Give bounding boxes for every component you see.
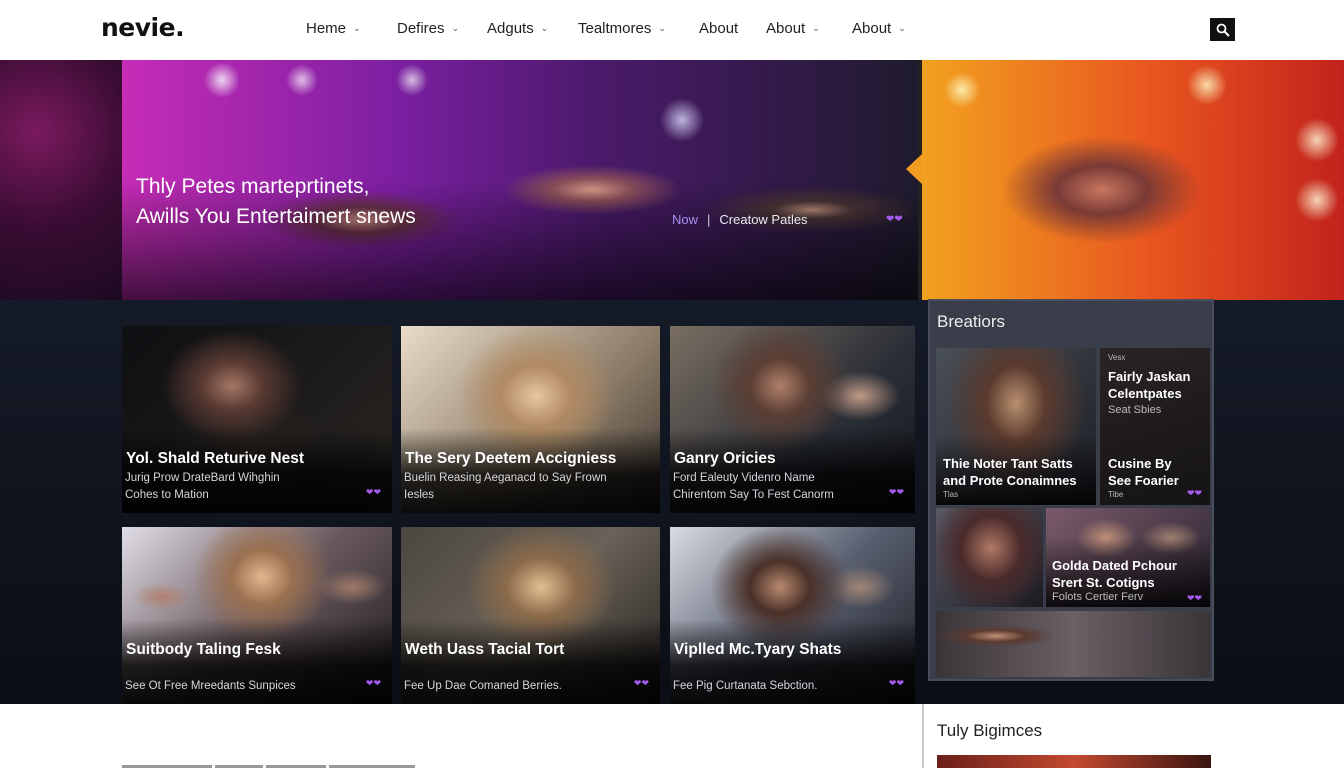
heart-icon[interactable]: ❤❤ xyxy=(886,214,903,225)
chevron-down-icon: ⌄ xyxy=(658,23,666,33)
card-description: Fee Pig Curtanata Sebction. xyxy=(673,678,817,695)
heart-icon[interactable]: ❤❤ xyxy=(889,487,904,498)
card-desc-line2: Cohes to Mation xyxy=(125,489,209,501)
article-card[interactable]: Weth Uass Tacial Tort Fee Up Dae Comaned… xyxy=(401,527,660,704)
card-desc-line1: Ford Ealeuty Videnro Name xyxy=(673,472,815,484)
article-card[interactable]: The Sery Deetem Accigniess Buelin Reasin… xyxy=(401,326,660,513)
card-title[interactable]: Yol. Shald Returive Nest xyxy=(126,450,304,468)
chevron-down-icon: ⌄ xyxy=(812,23,820,33)
hero-headline-line2: Awills You Entertaimert snews xyxy=(136,205,416,228)
hero-side-image-right[interactable] xyxy=(922,60,1344,300)
hero-meta-text[interactable]: Creatow Patles xyxy=(719,212,807,227)
heart-icon[interactable]: ❤❤ xyxy=(1187,488,1202,499)
card-description: See Ot Free Mreedants Sunpices xyxy=(125,678,296,695)
nav-item-label: Tealtmores xyxy=(578,20,652,37)
hero-side-image-left xyxy=(0,60,122,300)
card-desc-line2: Iesles xyxy=(404,489,435,501)
chevron-down-icon: ⌄ xyxy=(540,23,549,33)
heart-icon[interactable]: ❤❤ xyxy=(1187,593,1202,604)
chevron-down-icon: ⌄ xyxy=(898,23,906,33)
top-navigation: nevie. Heme ⌄ Defires ⌄ Adguts ⌄ Tealtmores… xyxy=(0,0,1344,60)
sidebar-thumb[interactable] xyxy=(936,611,1210,677)
card-desc-line1: Buelin Reasing Aeganacd to Say Frown xyxy=(404,472,607,484)
sidebar-card-sub: Folots Certier Ferv xyxy=(1052,591,1144,603)
sidebar-card-kicker: Vesx xyxy=(1108,353,1126,362)
sidebar-card-title: Fairly Jaskan Celentpates xyxy=(1108,368,1190,402)
sidebar-card-title-line1: Fairly Jaskan xyxy=(1108,369,1191,384)
card-desc-line1: See Ot Free Mreedants Sunpices xyxy=(125,680,296,692)
card-title[interactable]: The Sery Deetem Accigniess xyxy=(405,450,616,468)
sidebar-card[interactable]: Thie Noter Tant Satts and Prote Conaimne… xyxy=(936,348,1096,505)
nav-item-label: About xyxy=(699,20,739,37)
nav-item-tealtmores[interactable]: Tealtmores ⌄ xyxy=(578,20,699,37)
nav-item-label: About xyxy=(852,20,892,37)
nav-item-label: Defires xyxy=(397,20,445,37)
site-logo[interactable]: nevie. xyxy=(101,13,185,42)
nav-item-about-2[interactable]: About ⌄ xyxy=(766,20,852,37)
heart-icon[interactable]: ❤❤ xyxy=(889,678,904,689)
sidebar-card-sub: Seat Sbies xyxy=(1108,404,1162,416)
chevron-down-icon: ⌄ xyxy=(353,23,361,33)
article-card[interactable]: Yol. Shald Returive Nest Jurig Prow Drat… xyxy=(122,326,392,513)
chevron-down-icon: ⌄ xyxy=(451,23,460,33)
card-title[interactable]: Viplled Mc.Tyary Shats xyxy=(674,641,841,659)
card-title[interactable]: Ganry Oricies xyxy=(674,450,776,468)
sidebar-card-title-line2: and Prote Conaimnes xyxy=(943,473,1077,488)
sidebar-card-title-line2: Srert St. Cotigns xyxy=(1052,575,1155,590)
sidebar-heading: Breatiors xyxy=(937,312,1006,331)
card-description: Ford Ealeuty Videnro Name Chirentom Say … xyxy=(673,470,834,504)
hero-headline[interactable]: Thly Petes martepr​tinets, Awills You En… xyxy=(136,172,416,232)
card-description: Buelin Reasing Aeganacd to Say Frown Ies… xyxy=(404,470,607,504)
sidebar-card-title-line1: Thie Noter Tant Satts xyxy=(943,456,1073,471)
nav-item-adguts[interactable]: Adguts ⌄ xyxy=(487,20,578,37)
article-card[interactable]: Suitbody Taling Fesk See Ot Free Mreedan… xyxy=(122,527,392,704)
article-card[interactable]: Ganry Oricies Ford Ealeuty Videnro Name … xyxy=(670,326,915,513)
sidebar-card[interactable]: Golda Dated Pchour Srert St. Cotigns Fol… xyxy=(1046,508,1210,607)
heart-icon[interactable]: ❤❤ xyxy=(634,678,649,689)
sidebar-card-title-2: Cusine By See Foarier xyxy=(1108,455,1179,489)
sidebar-card-title-line1: Golda Dated Pchour xyxy=(1052,558,1177,573)
card-description: Jurig Prow DrateBard Wihghin Cohes to Ma… xyxy=(125,470,280,504)
hero-meta: Now | Creatow Patles xyxy=(672,212,808,227)
nav-menu: Heme ⌄ Defires ⌄ Adguts ⌄ Tealtmores ⌄ About… xyxy=(306,20,922,37)
article-card[interactable]: Viplled Mc.Tyary Shats Fee Pig Curtanata… xyxy=(670,527,915,704)
hero-meta-separator: | xyxy=(707,212,711,227)
sidebar-card-title2-line2: See Foarier xyxy=(1108,473,1179,488)
sidebar-card-title2-line1: Cusine By xyxy=(1108,456,1172,471)
heart-icon[interactable]: ❤❤ xyxy=(366,487,381,498)
card-desc-line1: Fee Up Dae Comaned Berries. xyxy=(404,680,562,692)
nav-item-heme[interactable]: Heme ⌄ xyxy=(306,20,397,37)
card-desc-line2: Chirentom Say To Fest Canorm xyxy=(673,489,834,501)
sidebar-card[interactable]: Vesx Fairly Jaskan Celentpates Seat Sbie… xyxy=(1100,348,1210,505)
nav-item-label: Heme xyxy=(306,20,347,37)
sidebar-card-sub: Tlas xyxy=(943,490,959,499)
heart-icon[interactable]: ❤❤ xyxy=(366,678,381,689)
nav-item-about-3[interactable]: About ⌄ xyxy=(852,20,922,37)
hero-meta-now[interactable]: Now xyxy=(672,212,698,227)
bottom-divider xyxy=(922,704,924,768)
bottom-heading: Tuly Bigimces xyxy=(937,721,1043,740)
card-title[interactable]: Suitbody Taling Fesk xyxy=(126,641,281,659)
card-description: Fee Up Dae Comaned Berries. xyxy=(404,678,562,695)
sidebar-thumb[interactable] xyxy=(936,508,1043,607)
nav-item-defires[interactable]: Defires ⌄ xyxy=(397,20,487,37)
sidebar-card-title-line2: Celentpates xyxy=(1108,386,1182,401)
hero-headline-line1: Thly Petes martepr​tinets, xyxy=(136,175,370,198)
sidebar-card-title: Thie Noter Tant Satts and Prote Conaimne… xyxy=(943,455,1077,489)
nav-item-label: About xyxy=(766,20,806,37)
card-desc-line1: Fee Pig Curtanata Sebction. xyxy=(673,680,818,692)
nav-item-label: Adguts xyxy=(487,20,534,37)
search-icon xyxy=(1216,23,1230,37)
card-title[interactable]: Weth Uass Tacial Tort xyxy=(405,641,564,659)
sidebar-card-title: Golda Dated Pchour Srert St. Cotigns xyxy=(1052,557,1177,591)
card-desc-line1: Jurig Prow DrateBard Wihghin xyxy=(125,472,280,484)
bottom-thumbnail[interactable] xyxy=(937,755,1211,768)
hero-next-arrow-icon[interactable] xyxy=(906,154,922,184)
search-button[interactable] xyxy=(1210,18,1235,41)
nav-item-about[interactable]: About xyxy=(699,20,766,37)
sidebar-card-sub-2: Tibe xyxy=(1108,490,1124,499)
